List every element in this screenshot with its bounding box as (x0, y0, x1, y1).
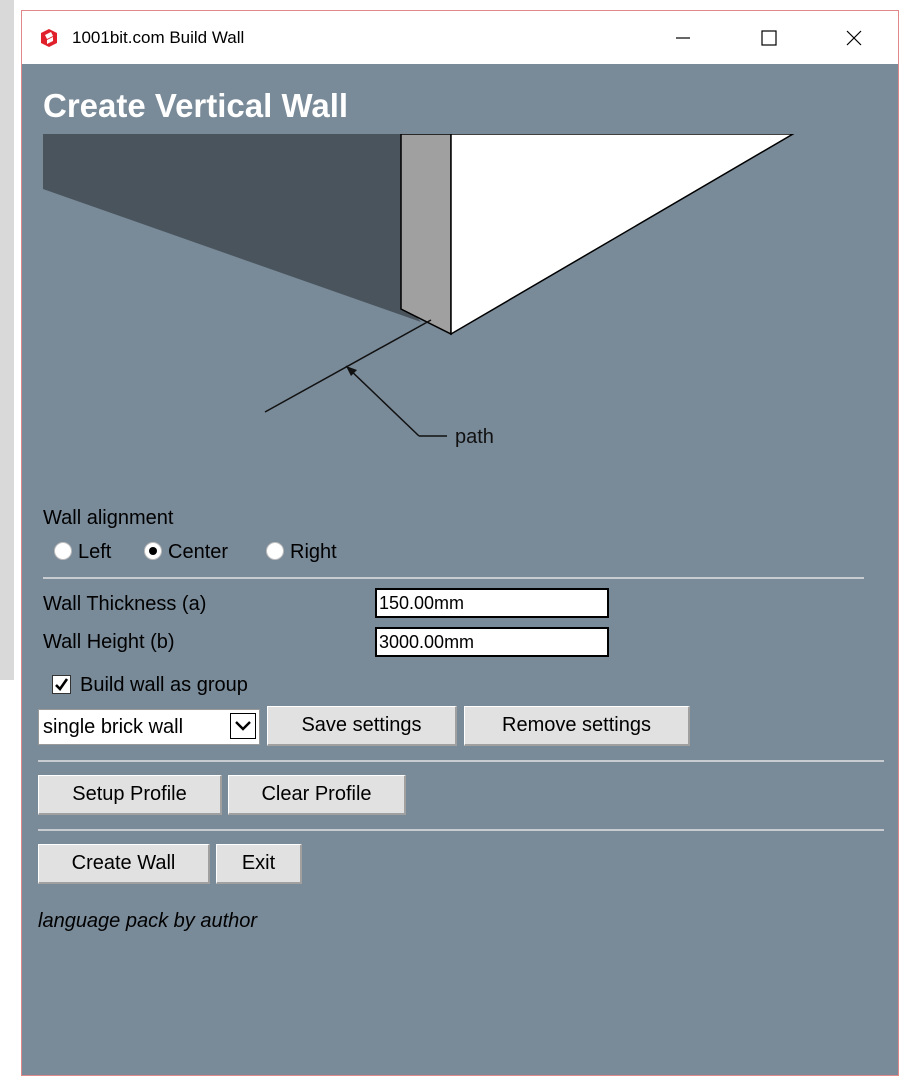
checkmark-icon (55, 678, 69, 692)
build-wall-dialog: 1001bit.com Build Wall Create Vertical W… (21, 10, 899, 1076)
chevron-down-icon[interactable] (230, 713, 256, 739)
clear-profile-button[interactable]: Clear Profile (228, 775, 406, 815)
wall-front-face (450, 134, 795, 336)
wall-height-input[interactable] (375, 627, 609, 657)
radio-center-label[interactable]: Center (168, 540, 228, 564)
close-icon (846, 30, 862, 46)
setup-profile-button[interactable]: Setup Profile (38, 775, 222, 815)
wall-diagram: path (43, 134, 795, 448)
minimize-icon (676, 37, 690, 39)
remove-settings-button[interactable]: Remove settings (464, 706, 690, 746)
wall-side-face (400, 134, 452, 336)
radio-center[interactable] (144, 542, 162, 560)
create-wall-button[interactable]: Create Wall (38, 844, 210, 884)
wall-thickness-input[interactable] (375, 588, 609, 618)
wall-height-label: Wall Height (b) (43, 631, 175, 653)
build-as-group-label[interactable]: Build wall as group (80, 673, 248, 697)
divider (38, 829, 884, 831)
path-label: path (455, 426, 494, 448)
wall-preset-value: single brick wall (43, 716, 184, 738)
divider (38, 760, 884, 762)
page-title: Create Vertical Wall (43, 87, 349, 124)
maximize-icon (761, 30, 777, 46)
wall-thickness-label: Wall Thickness (a) (43, 593, 207, 615)
radio-left[interactable] (54, 542, 72, 560)
wall-alignment-label: Wall alignment (43, 507, 174, 529)
save-settings-button[interactable]: Save settings (267, 706, 457, 746)
close-button[interactable] (831, 19, 877, 57)
wall-preset-select[interactable]: single brick wall (38, 709, 260, 745)
dialog-content: Create Vertical Wall path Wall alignment… (22, 64, 898, 1075)
leader-line (345, 365, 420, 437)
minimize-button[interactable] (660, 19, 706, 57)
language-pack-credit: language pack by author (38, 910, 258, 932)
window-title: 1001bit.com Build Wall (72, 28, 245, 47)
path-line (264, 319, 432, 413)
build-as-group-checkbox[interactable] (52, 675, 71, 694)
maximize-button[interactable] (746, 19, 792, 57)
wall-shadow (43, 134, 421, 322)
radio-right[interactable] (266, 542, 284, 560)
sketchup-app-icon (39, 28, 59, 48)
background-window-edge (0, 0, 14, 680)
title-bar[interactable]: 1001bit.com Build Wall (22, 11, 898, 64)
exit-button[interactable]: Exit (216, 844, 302, 884)
radio-right-label[interactable]: Right (290, 540, 337, 564)
radio-left-label[interactable]: Left (78, 540, 111, 564)
divider (43, 577, 864, 579)
